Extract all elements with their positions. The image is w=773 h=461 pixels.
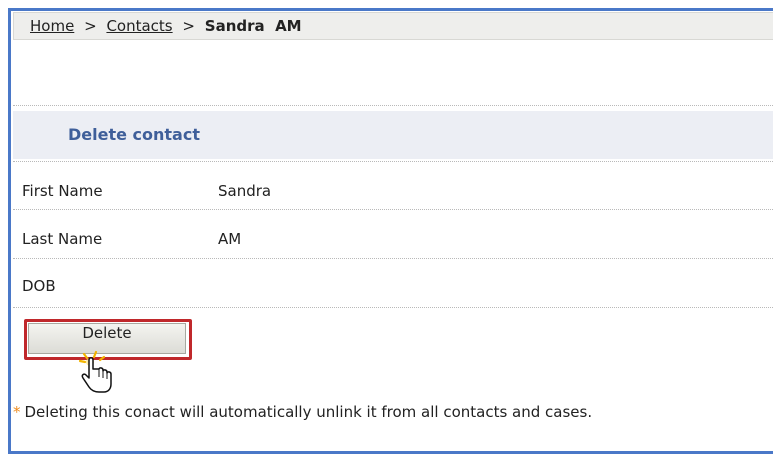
field-value: Sandra: [218, 182, 272, 200]
required-star-icon: *: [13, 403, 21, 421]
divider: [13, 258, 773, 259]
field-label: DOB: [22, 277, 56, 295]
divider: [13, 105, 773, 106]
divider: [13, 307, 773, 308]
hand-pointer-click-icon: [78, 350, 112, 393]
breadcrumb-contacts-link[interactable]: Contacts: [106, 17, 172, 35]
info-note-text: Deleting this conact will automatically …: [24, 403, 593, 421]
field-row-dob: DOB: [22, 276, 762, 296]
field-value: AM: [218, 230, 242, 248]
field-label: First Name: [22, 182, 103, 200]
breadcrumb-home-link[interactable]: Home: [30, 17, 74, 35]
breadcrumb-current: Sandra AM: [204, 17, 302, 35]
delete-button-label: Delete: [82, 323, 132, 342]
field-label: Last Name: [22, 230, 103, 248]
breadcrumb: Home > Contacts > Sandra AM: [13, 12, 773, 40]
breadcrumb-separator: >: [84, 17, 97, 35]
divider: [13, 209, 773, 210]
info-note: * Deleting this conact will automatically…: [13, 402, 773, 422]
field-row-first-name: First Name Sandra: [22, 181, 762, 201]
divider: [13, 161, 773, 162]
section-title: Delete contact: [13, 111, 773, 159]
breadcrumb-separator: >: [182, 17, 195, 35]
field-row-last-name: Last Name AM: [22, 229, 762, 249]
